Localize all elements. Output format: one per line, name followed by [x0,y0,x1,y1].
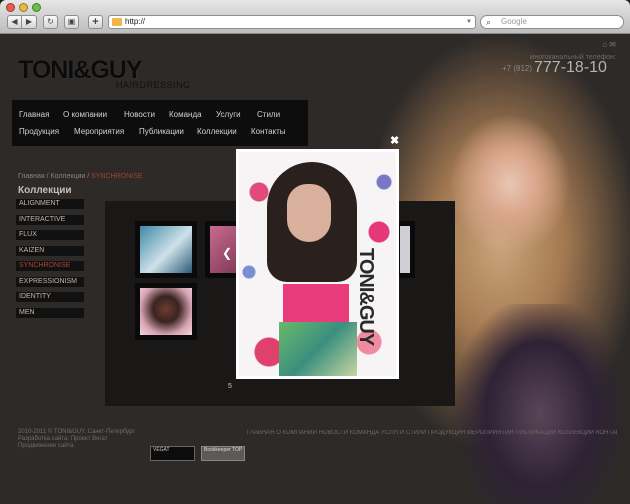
gallery-thumbnail[interactable] [135,283,197,340]
breadcrumb-collections[interactable]: Коллекции [51,173,86,180]
phone-number: 777-18-10 [534,59,607,76]
menu-item-products[interactable]: Продукция [19,127,59,136]
web-page: ⌂ ✉ TONI&GUY HAIRDRESSING многоканальный… [0,34,630,504]
bookkeeper-badge[interactable]: Bookkeeper TOP [201,446,245,461]
collection-item-men[interactable]: MEN [16,307,84,318]
breadcrumb: Главная / Коллекции / SYNCHRONISE [18,173,142,180]
footer-links[interactable]: ГЛАВНАЯ О КОМПАНИИ НОВОСТИ КОМАНДА УСЛУГ… [247,430,617,436]
model-top [283,284,349,324]
maximize-window-button[interactable] [32,3,41,12]
collection-item-identity[interactable]: IDENTITY [16,292,84,302]
phone-code: +7 (812) [502,64,533,73]
breadcrumb-home[interactable]: Главная [18,173,45,180]
menu-item-collections[interactable]: Коллекции [197,127,237,136]
photo-brand-text: TONI&GUY [355,248,377,346]
search-placeholder: Google [501,17,527,26]
back-button[interactable]: ◀ [7,15,22,29]
model-face [287,184,331,242]
collection-item-synchronise[interactable]: SYNCHRONISE [16,261,84,271]
model-skirt [279,322,357,376]
reload-button[interactable]: ↻ [43,15,58,29]
chevron-left-icon[interactable]: ❮ [222,246,232,260]
close-window-button[interactable] [6,3,15,12]
thumbnail-image [140,226,192,273]
folder-icon [112,18,122,26]
menu-item-about[interactable]: О компании [63,110,107,119]
collection-item-flux[interactable]: FLUX [16,230,84,240]
thumbnail-image [400,226,410,273]
vegat-badge[interactable]: VEGAT [150,446,195,461]
copyright-text: 2010-2011 © TONI&GUY. Санкт-Петербург [18,429,135,435]
gallery-thumbnail[interactable] [135,221,197,278]
collection-item-kaizen[interactable]: KAIZEN [16,245,84,256]
hero-model-dress [440,304,630,504]
menu-item-home[interactable]: Главная [19,110,49,119]
menu-item-styles[interactable]: Стили [257,110,280,119]
browser-window: ◀ ▶ ↻ ▣ + http:// ▼ ⌕ Google ⌂ ✉ TONI&GU… [0,0,630,504]
menu-item-events[interactable]: Мероприятия [74,127,124,136]
lightbox-photo: TONI&GUY [239,152,396,376]
address-text: http:// [125,17,146,26]
search-icon: ⌕ [486,17,492,27]
menu-item-team[interactable]: Команда [169,110,202,119]
add-bookmark-button[interactable]: + [88,15,103,29]
menu-item-services[interactable]: Услуги [216,110,241,119]
breadcrumb-current: SYNCHRONISE [91,173,143,180]
main-menu: Главная О компании Новости Команда Услуг… [12,100,308,146]
forward-button[interactable]: ▶ [22,15,37,29]
home-mail-icons[interactable]: ⌂ ✉ [602,40,616,49]
collection-item-expressionism[interactable]: EXPRESSIONISM [16,276,84,287]
chevron-down-icon[interactable]: ▼ [466,16,472,28]
menu-item-publications[interactable]: Публикации [139,127,184,136]
collection-item-interactive[interactable]: INTERACTIVE [16,214,84,225]
lightbox: TONI&GUY [236,149,399,379]
address-bar[interactable]: http:// ▼ [108,15,476,29]
image-counter: 5 [228,383,232,390]
collection-item-alignment[interactable]: ALIGNMENT [16,199,84,209]
browser-toolbar: ◀ ▶ ↻ ▣ + http:// ▼ ⌕ Google [0,0,630,34]
logo-subtitle: HAIRDRESSING [116,80,191,90]
minimize-window-button[interactable] [19,3,28,12]
page-title: Коллекции [18,185,72,196]
close-icon[interactable]: ✖ [390,134,399,147]
search-input[interactable]: ⌕ Google [480,15,624,29]
developer-link[interactable]: Разработка сайта: Проект Вегат [18,436,178,443]
thumbnail-image [140,288,192,335]
menu-item-news[interactable]: Новости [124,110,155,119]
collections-list: ALIGNMENT INTERACTIVE FLUX KAIZEN SYNCHR… [16,199,84,323]
snapshot-button[interactable]: ▣ [64,15,79,29]
menu-item-contacts[interactable]: Контакты [251,127,286,136]
